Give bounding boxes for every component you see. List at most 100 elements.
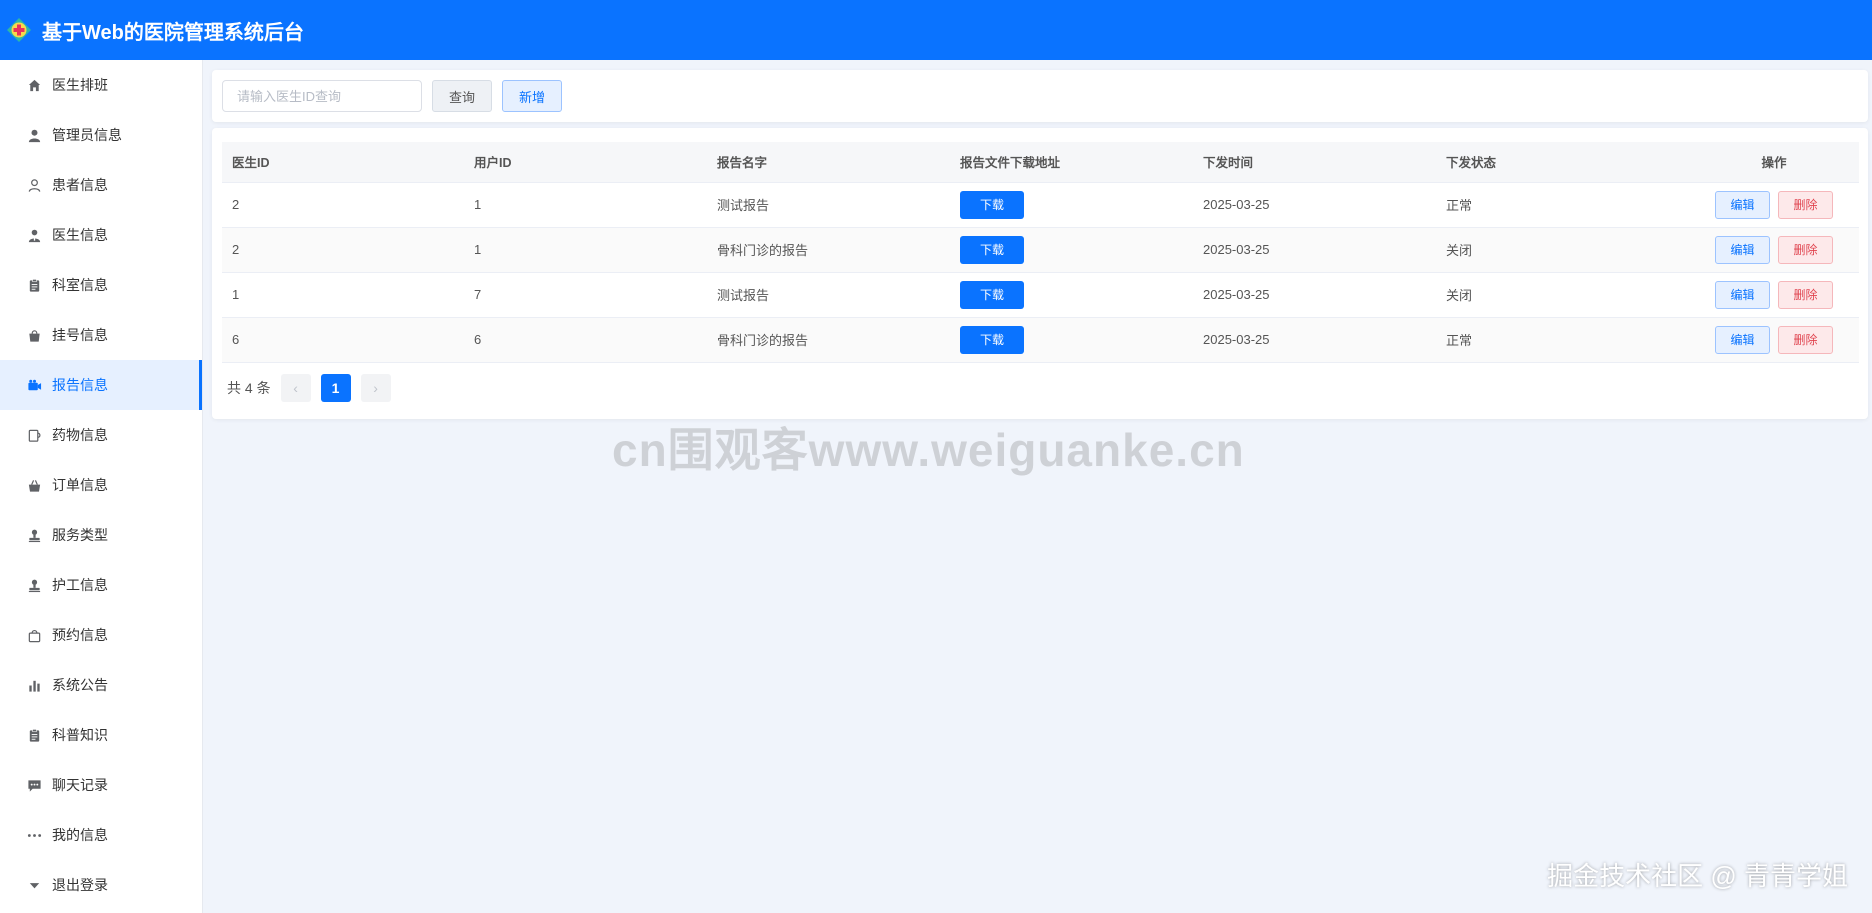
doctor-icon bbox=[26, 227, 42, 243]
report-table: 医生ID 用户ID 报告名字 报告文件下载地址 下发时间 下发状态 操作 2 1… bbox=[222, 142, 1859, 363]
cell-actions: 编辑 删除 bbox=[1679, 182, 1859, 227]
column-header-doctor-id: 医生ID bbox=[222, 142, 464, 183]
column-header-issue-status: 下发状态 bbox=[1436, 142, 1679, 183]
download-button[interactable]: 下载 bbox=[960, 325, 1025, 354]
cell-actions: 编辑 删除 bbox=[1679, 227, 1859, 272]
sidebar-item-doctor-schedule[interactable]: 医生排班 bbox=[0, 60, 202, 110]
basket-icon bbox=[26, 477, 42, 493]
sidebar-item-label: 服务类型 bbox=[52, 527, 108, 543]
delete-button[interactable]: 删除 bbox=[1778, 325, 1833, 354]
cell-download: 下载 bbox=[950, 272, 1193, 317]
cell-user-id: 6 bbox=[474, 332, 482, 347]
delete-button[interactable]: 删除 bbox=[1778, 190, 1833, 219]
sidebar-item-label: 挂号信息 bbox=[52, 327, 108, 343]
user-icon bbox=[26, 127, 42, 143]
sidebar-item-label: 护工信息 bbox=[52, 577, 108, 593]
bar-chart-icon bbox=[26, 677, 42, 693]
sidebar-item-order-info[interactable]: 订单信息 bbox=[0, 460, 202, 510]
pagination: 共 4 条 ‹ 1 › bbox=[227, 374, 391, 402]
clipboard-icon bbox=[26, 727, 42, 743]
cell-user-id: 1 bbox=[474, 197, 482, 212]
cell-actions: 编辑 删除 bbox=[1679, 272, 1859, 317]
download-button[interactable]: 下载 bbox=[960, 280, 1025, 309]
table-header-row: 医生ID 用户ID 报告名字 报告文件下载地址 下发时间 下发状态 操作 bbox=[222, 142, 1859, 183]
sidebar-item-label: 预约信息 bbox=[52, 627, 108, 643]
edit-button[interactable]: 编辑 bbox=[1715, 235, 1770, 264]
table-row: 6 6 骨科门诊的报告 下载 2025-03-25 正常 编辑 删除 bbox=[222, 317, 1859, 362]
cell-issue-status: 关闭 bbox=[1446, 243, 1473, 258]
cell-user-id: 1 bbox=[474, 242, 482, 257]
stamp-icon bbox=[26, 577, 42, 593]
sidebar-item-report-info[interactable]: 报告信息 bbox=[0, 360, 202, 410]
cell-download: 下载 bbox=[950, 227, 1193, 272]
cell-doctor-id: 2 bbox=[232, 197, 240, 212]
sidebar-item-label: 报告信息 bbox=[52, 377, 108, 393]
sidebar-item-service-type[interactable]: 服务类型 bbox=[0, 510, 202, 560]
sidebar-item-admin-info[interactable]: 管理员信息 bbox=[0, 110, 202, 160]
delete-button[interactable]: 删除 bbox=[1778, 280, 1833, 309]
sidebar-item-my-info[interactable]: 我的信息 bbox=[0, 810, 202, 860]
pagination-total: 共 4 条 bbox=[227, 380, 271, 396]
sidebar-item-chat-records[interactable]: 聊天记录 bbox=[0, 760, 202, 810]
prev-page-button[interactable]: ‹ bbox=[280, 374, 311, 402]
download-button[interactable]: 下载 bbox=[960, 235, 1025, 264]
cell-report-name: 测试报告 bbox=[717, 288, 770, 303]
cell-issue-status: 关闭 bbox=[1446, 288, 1473, 303]
hospital-logo-icon bbox=[7, 18, 31, 42]
sidebar-item-label: 聊天记录 bbox=[52, 777, 108, 793]
sidebar-item-label: 医生排班 bbox=[52, 77, 108, 93]
sidebar-item-department-info[interactable]: 科室信息 bbox=[0, 260, 202, 310]
sidebar-item-label: 系统公告 bbox=[52, 677, 108, 693]
sidebar-item-patient-info[interactable]: 患者信息 bbox=[0, 160, 202, 210]
cell-download: 下载 bbox=[950, 182, 1193, 227]
sidebar-item-science-knowledge[interactable]: 科普知识 bbox=[0, 710, 202, 760]
next-page-button[interactable]: › bbox=[360, 374, 391, 402]
sidebar-item-label: 药物信息 bbox=[52, 427, 108, 443]
clipboard-icon bbox=[26, 277, 42, 293]
cell-issue-time: 2025-03-25 bbox=[1203, 197, 1270, 212]
stamp-icon bbox=[26, 527, 42, 543]
sidebar-item-caregiver-info[interactable]: 护工信息 bbox=[0, 560, 202, 610]
query-button[interactable]: 查询 bbox=[432, 80, 493, 112]
sidebar-item-system-notice[interactable]: 系统公告 bbox=[0, 660, 202, 710]
cell-issue-status: 正常 bbox=[1446, 333, 1473, 348]
cell-doctor-id: 6 bbox=[232, 332, 240, 347]
table-row: 1 7 测试报告 下载 2025-03-25 关闭 编辑 删除 bbox=[222, 272, 1859, 317]
sidebar-item-label: 科普知识 bbox=[52, 727, 108, 743]
cell-user-id: 7 bbox=[474, 287, 482, 302]
download-button[interactable]: 下载 bbox=[960, 190, 1025, 219]
cell-download: 下载 bbox=[950, 317, 1193, 362]
column-header-issue-time: 下发时间 bbox=[1193, 142, 1436, 183]
sidebar-item-medicine-info[interactable]: 药物信息 bbox=[0, 410, 202, 460]
doctor-id-search-input[interactable] bbox=[222, 80, 422, 112]
sidebar-item-label: 医生信息 bbox=[52, 227, 108, 243]
sidebar-item-label: 科室信息 bbox=[52, 277, 108, 293]
edit-button[interactable]: 编辑 bbox=[1715, 325, 1770, 354]
user-outline-icon bbox=[26, 177, 42, 193]
cell-report-name: 骨科门诊的报告 bbox=[717, 333, 809, 348]
column-header-report-name: 报告名字 bbox=[707, 142, 950, 183]
sidebar-item-registration-info[interactable]: 挂号信息 bbox=[0, 310, 202, 360]
watermark-center: cn围观客www.weiguanke.cn bbox=[612, 424, 1245, 476]
sidebar-item-label: 订单信息 bbox=[52, 477, 108, 493]
edit-button[interactable]: 编辑 bbox=[1715, 190, 1770, 219]
cell-report-name: 测试报告 bbox=[717, 198, 770, 213]
app-header: 基于Web的医院管理系统后台 bbox=[0, 0, 1872, 60]
cell-report-name: 骨科门诊的报告 bbox=[717, 243, 809, 258]
edit-button[interactable]: 编辑 bbox=[1715, 280, 1770, 309]
delete-button[interactable]: 删除 bbox=[1778, 235, 1833, 264]
cup-icon bbox=[26, 427, 42, 443]
table-row: 2 1 骨科门诊的报告 下载 2025-03-25 关闭 编辑 删除 bbox=[222, 227, 1859, 272]
chat-icon bbox=[26, 777, 42, 793]
sidebar-item-logout[interactable]: 退出登录 bbox=[0, 860, 202, 910]
cell-issue-time: 2025-03-25 bbox=[1203, 287, 1270, 302]
camera-icon bbox=[26, 377, 42, 393]
sidebar-item-label: 我的信息 bbox=[52, 827, 108, 843]
cell-issue-time: 2025-03-25 bbox=[1203, 332, 1270, 347]
page-number-button[interactable]: 1 bbox=[320, 374, 351, 402]
watermark-corner: 掘金技术社区 @ 青青学姐 bbox=[1547, 861, 1848, 891]
add-button[interactable]: 新增 bbox=[502, 80, 563, 112]
sidebar-item-appointment-info[interactable]: 预约信息 bbox=[0, 610, 202, 660]
sidebar-item-doctor-info[interactable]: 医生信息 bbox=[0, 210, 202, 260]
shopping-bag-icon bbox=[26, 627, 42, 643]
